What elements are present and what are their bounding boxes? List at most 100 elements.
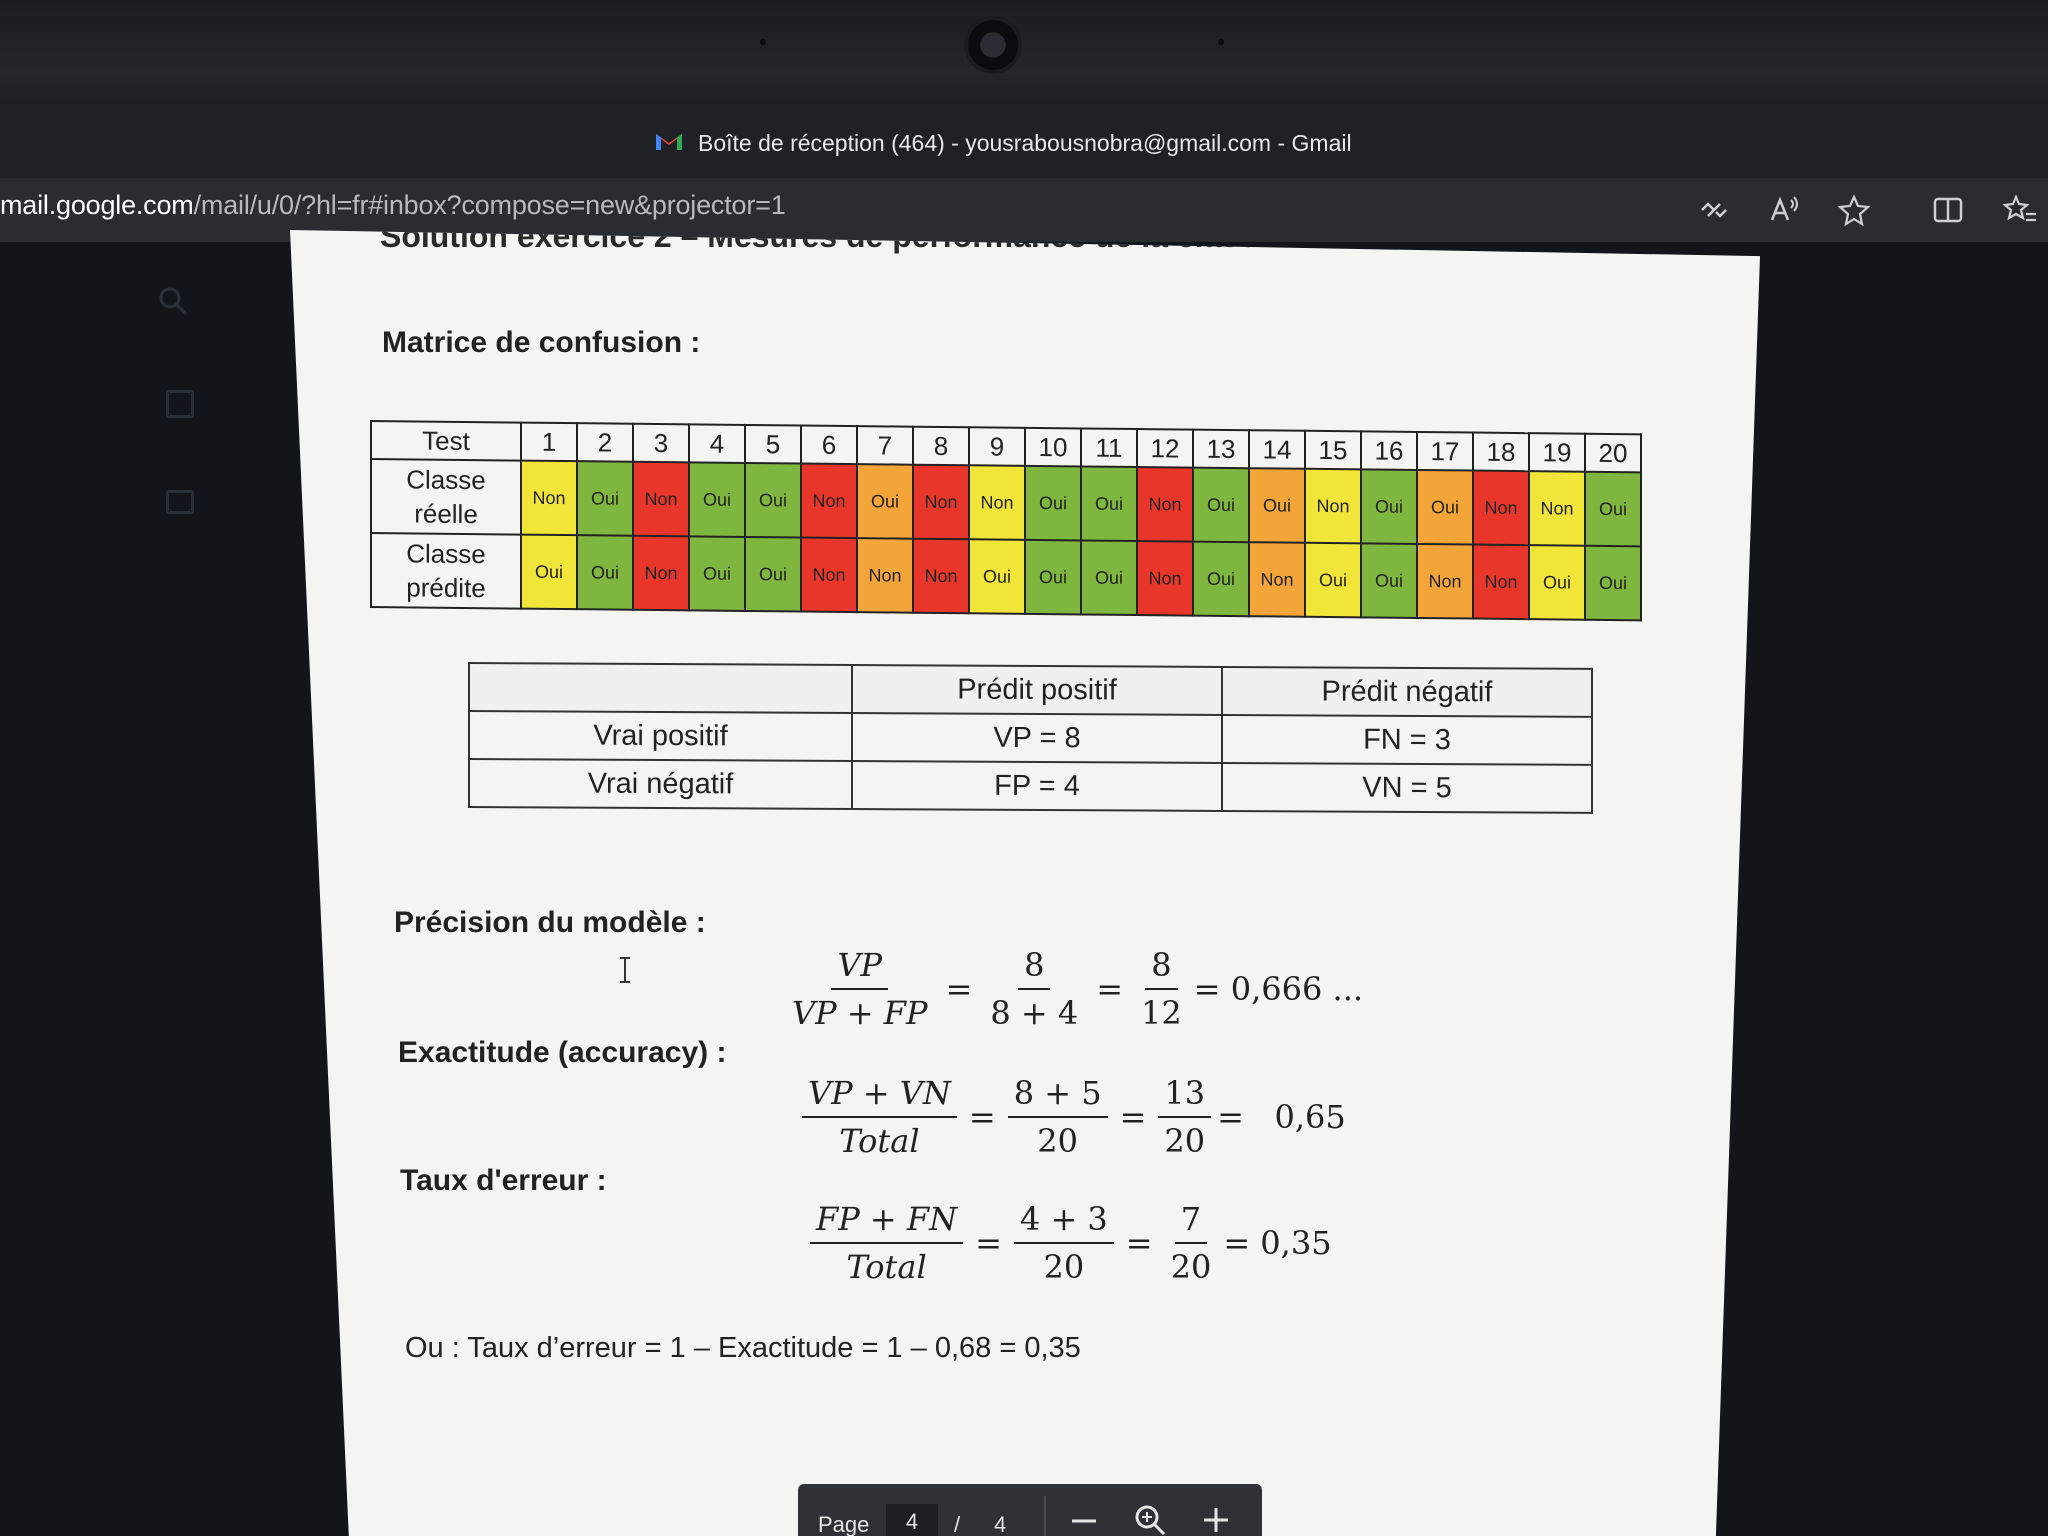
fraction: 7 20 (1165, 1200, 1218, 1286)
test-number-cell: 15 (1305, 430, 1361, 470)
read-aloud-icon[interactable] (1766, 192, 1802, 228)
confusion-row-label: Vrai négatif (469, 759, 852, 810)
equals-sign: = (945, 970, 973, 1008)
gmail-logo-icon (656, 134, 682, 150)
test-number-cell: 13 (1193, 429, 1249, 469)
url-text[interactable]: mail.google.com/mail/u/0/?hl=fr#inbox?co… (0, 190, 786, 221)
bezel-sensor (1218, 39, 1224, 45)
equals-sign: = (1096, 970, 1124, 1008)
fraction: 8 + 5 20 (1007, 1074, 1108, 1160)
zoom-out-button[interactable] (1066, 1506, 1102, 1536)
predicted-class-cell: Non (1137, 541, 1193, 616)
split-screen-icon[interactable] (1696, 192, 1732, 228)
numerator: 8 + 5 (1007, 1074, 1108, 1118)
favorite-star-icon[interactable] (1836, 192, 1872, 228)
actual-class-cell: Non (1473, 470, 1529, 546)
predicted-class-cell: Oui (1081, 540, 1137, 616)
toolbar-divider (1044, 1496, 1046, 1536)
test-number-cell: 6 (801, 425, 857, 465)
equals-sign: = (975, 1224, 1002, 1262)
predicted-class-cell: Non (857, 538, 913, 613)
test-number-cell: 3 (633, 423, 689, 463)
predicted-class-cell: Oui (1305, 542, 1361, 618)
window-title-bar: Boîte de réception (464) - yousrabousnob… (0, 104, 2048, 178)
actual-class-cell: Oui (1417, 469, 1473, 545)
denominator: VP + FP (792, 994, 928, 1032)
page-label: Page (818, 1512, 870, 1536)
actual-class-cell: Non (969, 465, 1025, 540)
accuracy-heading: Exactitude (accuracy) : (398, 1036, 727, 1069)
split-view-icon[interactable] (1930, 192, 1966, 228)
predicted-class-cell: Oui (577, 535, 633, 610)
page-navigation-toolbar: Page 4 / 4 (798, 1484, 1262, 1536)
denominator: 20 (1164, 1122, 1206, 1160)
test-results-table: Test 1 2 3 4 5 6 7 8 9 10 11 12 13 14 15 16 17 18 19 20 Cla… (370, 420, 1642, 621)
formula-result: = 0,65 (1217, 1098, 1346, 1136)
confusion-row: Vrai positif VP = 8 FN = 3 (469, 711, 1592, 765)
actual-class-cell: Oui (745, 462, 801, 538)
numerator: 13 (1158, 1074, 1212, 1118)
confusion-matrix-table: Prédit positif Prédit négatif Vrai posit… (468, 662, 1593, 814)
test-number-cell: 1 (521, 422, 577, 462)
numerator: FP + FN (810, 1200, 964, 1244)
confusion-header-cell: Prédit négatif (1222, 666, 1592, 717)
url-path: /mail/u/0/?hl=fr#inbox?compose=new&proje… (193, 190, 786, 220)
page-number-input[interactable]: 4 (886, 1504, 938, 1536)
confusion-cell: VP = 8 (852, 713, 1222, 763)
test-number-cell: 18 (1473, 432, 1529, 472)
equals-sign: = (1125, 1224, 1153, 1262)
confusion-cell: FP = 4 (852, 761, 1222, 811)
predicted-class-cell: Oui (745, 536, 801, 612)
actual-class-cell: Oui (577, 461, 633, 536)
actual-class-cell: Oui (1585, 471, 1641, 547)
actual-class-cell: Oui (1193, 467, 1249, 543)
test-number-cell: 20 (1585, 433, 1641, 473)
denominator: 12 (1141, 994, 1182, 1032)
denominator: Total (839, 1122, 920, 1160)
bezel-sensor (760, 39, 766, 45)
zoom-in-button[interactable] (1198, 1502, 1234, 1536)
favorites-list-icon[interactable] (2002, 192, 2038, 228)
predicted-class-cell: Oui (1529, 545, 1585, 620)
test-number-cell: 4 (689, 424, 745, 463)
numerator: 7 (1174, 1200, 1208, 1244)
predicted-class-cell: Oui (969, 539, 1025, 614)
predicted-class-cell: Oui (521, 534, 577, 610)
actual-class-row: Classe réelle Non Oui Non Oui Oui Non Oui Non No… (371, 459, 1641, 547)
predicted-class-row: Classe prédite Oui Oui Non Oui Oui Non Non Non O… (371, 533, 1641, 621)
row-label-test: Test (371, 421, 521, 461)
actual-class-cell: Oui (1361, 469, 1417, 544)
actual-class-cell: Oui (1249, 468, 1305, 543)
confusion-header-row: Prédit positif Prédit négatif (469, 663, 1592, 717)
select-all-checkbox (166, 390, 194, 418)
url-host: mail.google.com (0, 190, 194, 220)
confusion-header-cell: Prédit positif (852, 665, 1222, 715)
fraction: VP + VN Total (802, 1074, 957, 1160)
actual-class-cell: Non (633, 461, 689, 537)
fraction: 8 8 + 4 (984, 946, 1084, 1032)
test-number-cell: 10 (1025, 427, 1081, 467)
actual-class-cell: Non (1529, 471, 1585, 546)
equals-sign: = (1119, 1098, 1147, 1136)
denominator: Total (846, 1248, 927, 1286)
actual-class-cell: Oui (857, 464, 913, 539)
predicted-class-cell: Oui (1193, 541, 1249, 617)
equals-sign: = (968, 1098, 996, 1136)
confusion-cell: FN = 3 (1222, 714, 1592, 765)
zoom-reset-icon[interactable] (1132, 1502, 1168, 1536)
test-number-cell: 9 (969, 427, 1025, 466)
matrix-heading: Matrice de confusion : (382, 326, 701, 359)
error-rate-alternative: Ou : Taux d’erreur = 1 – Exactitude = 1 … (405, 1332, 1081, 1364)
numerator: 8 (1018, 946, 1051, 990)
predicted-class-cell: Non (1473, 544, 1529, 620)
predicted-class-cell: Non (1417, 543, 1473, 619)
fraction: 8 12 (1135, 946, 1188, 1032)
error-rate-heading: Taux d'erreur : (400, 1164, 607, 1197)
predicted-class-cell: Non (633, 535, 689, 611)
actual-class-cell: Non (521, 460, 577, 536)
numerator: VP + VN (802, 1074, 957, 1118)
document-page: Solution exercice 2 – Mesures de perform… (290, 230, 1760, 1536)
numerator: 4 + 3 (1013, 1200, 1114, 1244)
fraction: 4 + 3 20 (1013, 1200, 1114, 1286)
denominator: 20 (1043, 1248, 1085, 1286)
